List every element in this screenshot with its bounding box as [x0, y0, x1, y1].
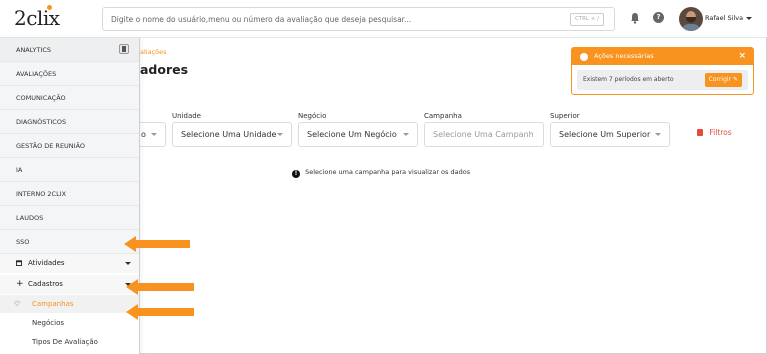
sidebar-item-diagnosticos[interactable]: DIAGNÓSTICOS [0, 110, 139, 134]
sidebar-item-label: AVALIAÇÕES [16, 70, 57, 78]
user-name[interactable]: Rafael Silva [705, 14, 743, 22]
logo-dot [47, 5, 52, 10]
sidebar-item-gestao-de-reuniao[interactable]: GESTÃO DE REUNIÃO [0, 134, 139, 158]
user-menu-chevron-down-icon[interactable] [746, 17, 752, 20]
user-avatar[interactable] [679, 7, 703, 31]
sidebar-item-negocios[interactable]: Negócios [0, 314, 139, 332]
sidebar-item-avaliacoes[interactable]: AVALIAÇÕES [0, 62, 139, 86]
alert-title: Ações necessárias [594, 52, 654, 60]
sidebar-item-label: Campanhas [32, 300, 74, 308]
help-icon[interactable]: ? [653, 12, 664, 23]
heart-icon: ♡ [14, 300, 21, 308]
sidebar: ANALYTICS AVALIAÇÕES COMUNICAÇÃO DIAGNÓS… [0, 38, 140, 354]
search-shortcut-badge: CTRL + / [569, 13, 604, 26]
alert-body: Existem 7 períodos em aberto Corrigir ✎ [577, 70, 748, 90]
chevron-down-icon [655, 133, 661, 136]
sidebar-item-label: Negócios [32, 319, 64, 327]
annotation-arrow-campanhas [126, 304, 194, 320]
alert-message: Existem 7 períodos em aberto [583, 76, 674, 83]
sidebar-item-comunicacao[interactable]: COMUNICAÇÃO [0, 86, 139, 110]
section-label: Cadastros [28, 280, 63, 288]
search-input[interactable] [111, 12, 551, 27]
sidebar-item-analytics[interactable]: ANALYTICS [0, 38, 139, 62]
negocio-select[interactable]: Selecione Um Negócio [298, 122, 418, 147]
alert-header: Ações necessárias × [572, 48, 753, 65]
chevron-down-icon [277, 133, 283, 136]
trash-icon [697, 129, 703, 136]
chevron-down-icon [403, 133, 409, 136]
info-icon: ! [292, 170, 300, 178]
pin-icon[interactable] [119, 44, 129, 54]
chevron-down-icon [151, 133, 157, 136]
plus-icon: + [16, 279, 24, 289]
sidebar-item-campanhas[interactable]: ♡ Campanhas [0, 295, 139, 313]
calendar-icon [16, 260, 22, 266]
filter-label-negocio: Negócio [298, 112, 327, 120]
sidebar-section-cadastros[interactable]: + Cadastros [0, 275, 139, 294]
breadcrumb[interactable]: aliações [140, 48, 167, 56]
section-label: Atividades [28, 259, 65, 267]
sidebar-item-label: Tipos De Avaliação [32, 338, 98, 346]
sidebar-item-sso[interactable]: SSO [0, 230, 139, 254]
sidebar-item-label: IA [16, 166, 23, 174]
sidebar-item-interno-2clix[interactable]: INTERNO 2CLIX [0, 182, 139, 206]
sidebar-item-laudos[interactable]: LAUDOS [0, 206, 139, 230]
sidebar-item-label: COMUNICAÇÃO [16, 94, 66, 102]
campanha-input-value: Selecione Uma Campanh [433, 130, 534, 139]
superior-select-value: Selecione Um Superior [559, 130, 651, 139]
top-header: 2clix CTRL + / ? Rafael Silva [0, 0, 767, 38]
app-logo[interactable]: 2clix [14, 5, 60, 30]
sidebar-section-atividades[interactable]: Atividades [0, 254, 139, 273]
unidade-select[interactable]: Selecione Uma Unidade [172, 122, 292, 147]
required-actions-alert: Ações necessárias × Existem 7 períodos e… [571, 47, 754, 95]
wrench-icon: ✎ [732, 76, 738, 83]
fix-button[interactable]: Corrigir ✎ [704, 73, 742, 87]
filter-label-campanha: Campanha [424, 112, 462, 120]
empty-state-hint: ! Selecione uma campanha para visualizar… [292, 168, 470, 178]
negocio-select-value: Selecione Um Negócio [307, 130, 397, 139]
alert-sun-icon [580, 53, 588, 61]
fix-button-label: Corrigir [708, 76, 732, 83]
sidebar-item-label: ANALYTICS [16, 46, 52, 54]
filter-label-unidade: Unidade [172, 112, 201, 120]
unidade-select-value: Selecione Uma Unidade [181, 130, 277, 139]
sidebar-item-tipos-de-avaliacao[interactable]: Tipos De Avaliação [0, 333, 139, 351]
sidebar-item-label: SSO [16, 238, 30, 246]
sidebar-item-ia[interactable]: IA [0, 158, 139, 182]
first-filter-value: o [141, 130, 146, 139]
page-title: adores [140, 62, 189, 77]
filter-label-superior: Superior [550, 112, 580, 120]
logo-text: 2clix [14, 6, 60, 30]
notification-bell-icon[interactable] [630, 12, 640, 24]
empty-state-text: Selecione uma campanha para visualizar o… [305, 168, 471, 176]
annotation-arrow-cadastros [126, 279, 194, 295]
sidebar-item-label: DIAGNÓSTICOS [16, 118, 67, 126]
annotation-arrow-sso [124, 236, 190, 252]
chevron-down-icon [125, 262, 131, 265]
sidebar-item-label: GESTÃO DE REUNIÃO [16, 142, 86, 150]
superior-select[interactable]: Selecione Um Superior [550, 122, 670, 147]
global-search[interactable]: CTRL + / [102, 7, 615, 31]
filters-button-label: Filtros [709, 128, 732, 137]
sidebar-item-label: INTERNO 2CLIX [16, 190, 67, 198]
filters-button[interactable]: Filtros [697, 128, 732, 137]
alert-close-button[interactable]: × [738, 48, 746, 65]
sidebar-item-label: LAUDOS [16, 214, 44, 222]
campanha-input[interactable]: Selecione Uma Campanh [424, 122, 544, 147]
